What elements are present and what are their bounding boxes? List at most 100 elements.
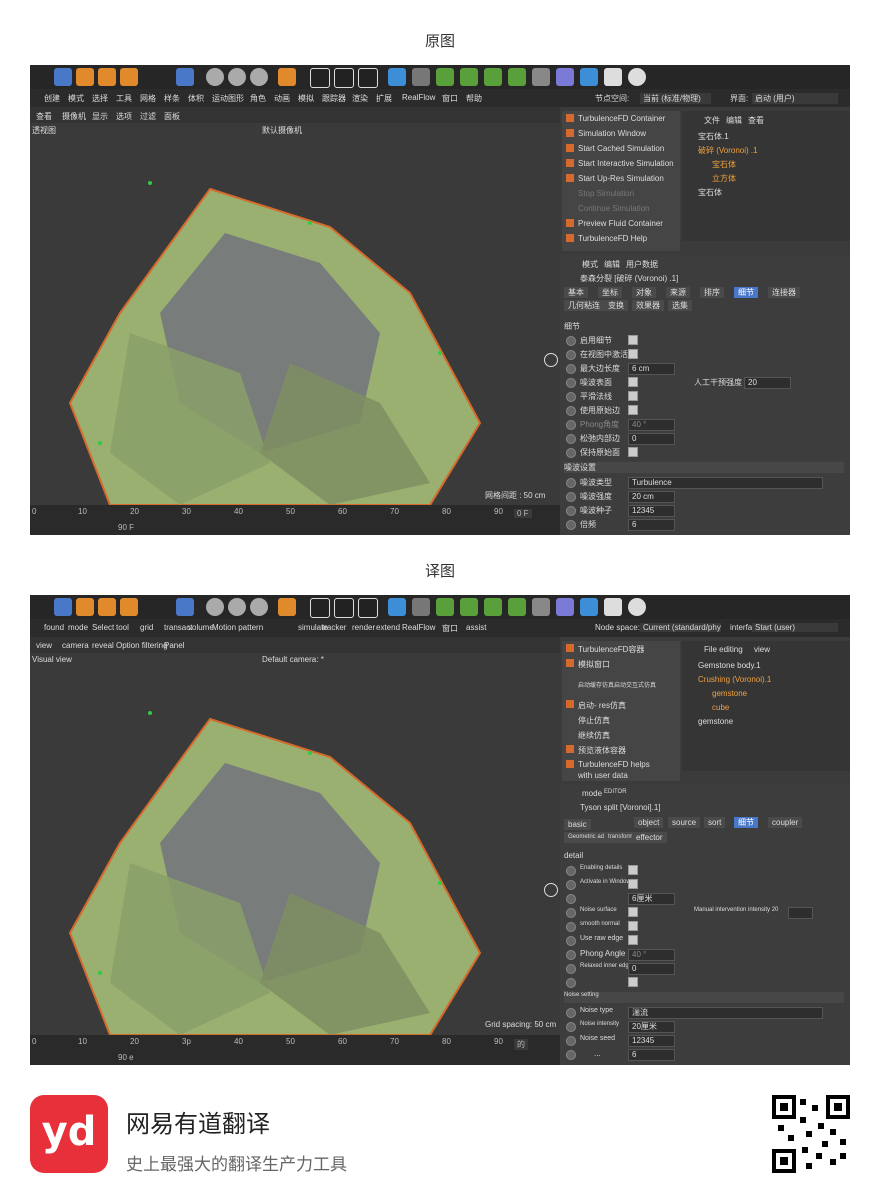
menu-item[interactable]: 运动图形 <box>212 93 244 104</box>
mograph-icon[interactable] <box>508 598 526 616</box>
menu-item[interactable]: RealFlow <box>402 623 435 632</box>
snap-icon[interactable] <box>176 68 194 86</box>
om-menu-item[interactable]: view <box>754 645 770 654</box>
manual-field[interactable] <box>788 907 813 919</box>
viewport[interactable]: 透视图 默认摄像机 网格间距 : 50 cm <box>30 123 560 513</box>
viewport-menu-item[interactable]: 查看 <box>36 111 52 122</box>
sim-menu-item[interactable]: 停止仿真 <box>562 712 680 726</box>
viewport[interactable]: Visual view Default camera: * Grid spaci… <box>30 653 560 1043</box>
viewport-menu-item[interactable]: 过滤 <box>140 111 156 122</box>
menu-item[interactable]: assist <box>466 623 486 632</box>
attr-checkbox[interactable] <box>628 935 638 945</box>
tab-sort[interactable]: 排序 <box>700 287 724 298</box>
select-tool-icon[interactable] <box>54 598 72 616</box>
node-space-select[interactable]: 当前 (标准/物理) <box>640 93 711 104</box>
effector-icon[interactable] <box>484 68 502 86</box>
om-menu-item[interactable]: 文件 <box>704 115 720 126</box>
sim-menu-item[interactable]: with user data <box>562 768 680 782</box>
menu-item[interactable]: 扩展 <box>376 93 392 104</box>
viewport-nav-icon[interactable] <box>544 353 558 367</box>
frame-field[interactable]: 0 F <box>514 509 532 518</box>
attr-menu-item[interactable]: mode <box>582 789 602 798</box>
viewport-menu-item[interactable]: reveal <box>92 641 114 650</box>
object-item[interactable]: cube <box>712 703 729 712</box>
menu-item[interactable]: 窗口 <box>442 93 458 104</box>
tab-effector[interactable]: effector <box>632 832 667 843</box>
sim-menu-item[interactable]: 继续仿真 <box>562 727 680 741</box>
z-axis-icon[interactable] <box>250 598 268 616</box>
sim-menu-item[interactable]: Simulation Window <box>562 126 680 140</box>
attr-menu-item[interactable]: 编辑 <box>604 259 620 270</box>
tab-effector[interactable]: 效果器 <box>632 300 664 311</box>
frame-end-field[interactable]: 90 e <box>118 1053 134 1062</box>
tab-object[interactable]: 对象 <box>632 287 656 298</box>
tab-source[interactable]: source <box>668 817 701 828</box>
y-axis-icon[interactable] <box>228 598 246 616</box>
attr-menu-item[interactable]: 模式 <box>582 259 598 270</box>
deformer-icon[interactable] <box>532 598 550 616</box>
deformer-icon[interactable] <box>532 68 550 86</box>
sim-menu-item[interactable]: 启动缓存仿真启动交互式仿真 <box>562 677 680 691</box>
attr-checkbox[interactable] <box>628 921 638 931</box>
attr-checkbox[interactable] <box>628 447 638 457</box>
relax-field[interactable]: 0 <box>628 963 675 975</box>
tab-basic[interactable]: basic <box>564 819 591 830</box>
mograph-icon[interactable] <box>508 68 526 86</box>
attr-checkbox[interactable] <box>628 335 638 345</box>
menu-item[interactable]: extend <box>376 623 400 632</box>
light-icon[interactable] <box>628 598 646 616</box>
sim-menu-item[interactable]: Stop Simulation <box>562 186 680 200</box>
scale-tool-icon[interactable] <box>98 598 116 616</box>
viewport-menu-item[interactable]: 显示 <box>92 111 108 122</box>
rotate-tool-icon[interactable] <box>120 598 138 616</box>
om-menu-item[interactable]: 查看 <box>748 115 764 126</box>
render-view-icon[interactable] <box>310 598 330 618</box>
noise-seed-field[interactable]: 12345 <box>628 1035 675 1047</box>
menu-item[interactable]: Motion pattern <box>212 623 263 632</box>
sim-menu-item[interactable]: 模拟窗口 <box>562 656 680 670</box>
coordinate-icon[interactable] <box>278 598 296 616</box>
viewport-menu-item[interactable]: camera <box>62 641 89 650</box>
manual-field[interactable]: 20 <box>744 377 791 389</box>
object-item[interactable]: gemstone <box>712 689 747 698</box>
noise-seed-field[interactable]: 12345 <box>628 505 675 517</box>
tab-transform[interactable]: 变换 <box>604 300 628 311</box>
subdivision-icon[interactable] <box>436 598 454 616</box>
timeline[interactable]: 0 10 20 30 40 50 60 70 80 90 0 F 90 F <box>30 505 560 535</box>
floor-icon[interactable] <box>580 68 598 86</box>
scale-tool-icon[interactable] <box>98 68 116 86</box>
menu-item[interactable]: 帮助 <box>466 93 482 104</box>
render-settings-icon[interactable] <box>358 68 378 88</box>
viewport-nav-icon[interactable] <box>544 883 558 897</box>
attr-checkbox[interactable] <box>628 349 638 359</box>
attr-menu-item[interactable]: EDITOR <box>604 789 627 795</box>
rotate-tool-icon[interactable] <box>120 68 138 86</box>
max-edge-field[interactable]: 6 cm <box>628 363 675 375</box>
tab-coord[interactable]: 坐标 <box>598 287 622 298</box>
frame-end-field[interactable]: 90 F <box>118 523 134 532</box>
tab-object[interactable]: object <box>634 817 664 828</box>
select-tool-icon[interactable] <box>54 68 72 86</box>
object-item[interactable]: gemstone <box>698 717 733 726</box>
menu-item[interactable]: 动画 <box>274 93 290 104</box>
tab-detail[interactable]: 细节 <box>734 287 758 298</box>
menu-item[interactable]: 网格 <box>140 93 156 104</box>
viewport-menu-item[interactable]: 选项 <box>116 111 132 122</box>
tab-geometry[interactable]: 几何粘连 <box>564 300 604 311</box>
attr-checkbox[interactable] <box>628 377 638 387</box>
noise-section[interactable]: 噪波设置 <box>564 462 844 473</box>
node-space-select[interactable]: Current (standard/physics) <box>640 623 721 632</box>
object-item[interactable]: 宝石体 <box>712 159 736 170</box>
menu-item[interactable]: 工具 <box>116 93 132 104</box>
sim-menu-item[interactable]: Start Up-Res Simulation <box>562 171 680 185</box>
object-item[interactable]: 破碎 (Voronoi) .1 <box>698 145 758 156</box>
environment-icon[interactable] <box>556 68 574 86</box>
tab-coupler[interactable]: coupler <box>768 817 803 828</box>
light-icon[interactable] <box>628 68 646 86</box>
pen-icon[interactable] <box>412 598 430 616</box>
x-axis-icon[interactable] <box>206 598 224 616</box>
phong-field[interactable]: 40 ° <box>628 419 675 431</box>
octaves-field[interactable]: 6 <box>628 1049 675 1061</box>
viewport-menu-item[interactable]: view <box>36 641 52 650</box>
menu-item[interactable]: 模式 <box>68 93 84 104</box>
